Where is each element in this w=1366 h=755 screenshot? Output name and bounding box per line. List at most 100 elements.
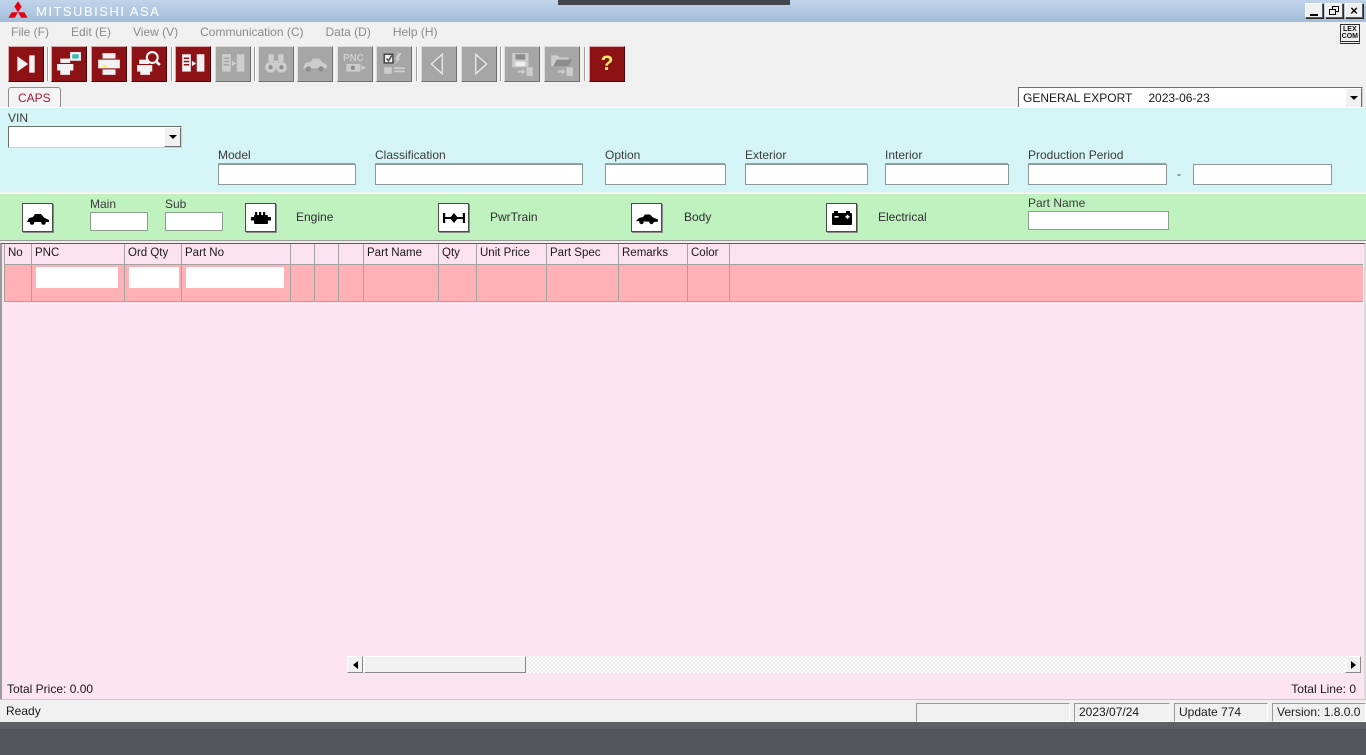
vehicle-category-button[interactable] bbox=[22, 203, 53, 232]
col-part-spec: Part Spec bbox=[547, 244, 619, 264]
sub-field[interactable] bbox=[165, 212, 223, 231]
window-bottom-edge bbox=[0, 722, 1366, 729]
menu-help[interactable]: Help (H) bbox=[382, 23, 449, 41]
toolbar-separator bbox=[584, 47, 586, 81]
parts-grid-panel: No PNC Ord Qty Part No Part Name Qty Uni… bbox=[0, 243, 1366, 699]
sub-label: Sub bbox=[165, 197, 222, 213]
col-qty: Qty bbox=[439, 244, 477, 264]
toolbar-separator bbox=[47, 47, 49, 81]
parts-list-check-button[interactable] bbox=[376, 46, 412, 82]
print-setup-button[interactable] bbox=[51, 46, 87, 82]
engine-label: Engine bbox=[296, 210, 333, 224]
interior-label: Interior bbox=[885, 148, 1008, 164]
scroll-left-button[interactable] bbox=[347, 656, 363, 673]
classification-field[interactable] bbox=[375, 164, 583, 185]
body-category-button[interactable] bbox=[631, 203, 662, 232]
category-bar: Main Sub Engine PwrTrain Bo bbox=[0, 193, 1366, 241]
load-import-button[interactable] bbox=[544, 46, 580, 82]
exterior-label: Exterior bbox=[745, 148, 867, 164]
exterior-field[interactable] bbox=[745, 164, 868, 185]
print-preview-icon bbox=[136, 51, 162, 77]
document-transfer-icon bbox=[180, 51, 206, 77]
release-value: GENERAL EXPORT2023-06-23 bbox=[1019, 91, 1345, 105]
arrow-left-icon bbox=[426, 51, 452, 77]
svg-text:PNC: PNC bbox=[343, 53, 364, 64]
triangle-right-icon bbox=[1351, 661, 1356, 669]
document-transfer-alt-button[interactable] bbox=[215, 46, 251, 82]
col-no: No bbox=[5, 244, 32, 264]
vehicle-button[interactable] bbox=[297, 46, 333, 82]
option-field[interactable] bbox=[605, 164, 726, 185]
engine-category-button[interactable] bbox=[245, 203, 276, 232]
vin-dropdown-button[interactable] bbox=[164, 127, 181, 147]
help-button[interactable]: ? bbox=[589, 46, 625, 82]
arrow-right-icon bbox=[466, 51, 492, 77]
pnc-capture-button[interactable]: PNC bbox=[337, 46, 373, 82]
grid-header-row: No PNC Ord Qty Part No Part Name Qty Uni… bbox=[4, 244, 1363, 265]
production-period-to-field[interactable] bbox=[1193, 164, 1332, 185]
col-pnc: PNC bbox=[32, 244, 125, 264]
electrical-category-button[interactable] bbox=[826, 203, 857, 232]
document-transfer-button[interactable] bbox=[175, 46, 211, 82]
production-period-separator: - bbox=[1172, 167, 1186, 181]
back-button[interactable] bbox=[421, 46, 457, 82]
powertrain-icon bbox=[442, 210, 466, 226]
menu-bar: File (F) Edit (E) View (V) Communication… bbox=[0, 22, 1366, 42]
menu-view[interactable]: View (V) bbox=[122, 23, 189, 41]
total-line: Total Line: 0 bbox=[1291, 682, 1356, 696]
exit-button[interactable] bbox=[8, 46, 44, 82]
mitsubishi-logo-icon bbox=[7, 1, 29, 24]
entry-row bbox=[4, 265, 1363, 302]
restore-button[interactable] bbox=[1325, 3, 1343, 18]
print-preview-button[interactable] bbox=[131, 46, 167, 82]
production-period-from-field[interactable] bbox=[1028, 164, 1167, 185]
print-setup-icon bbox=[56, 51, 82, 77]
chevron-down-icon bbox=[169, 135, 177, 139]
search-binoculars-button[interactable] bbox=[258, 46, 294, 82]
part-name-field[interactable] bbox=[1028, 211, 1169, 230]
scroll-right-button[interactable] bbox=[1345, 656, 1361, 673]
menu-data[interactable]: Data (D) bbox=[315, 23, 382, 41]
forward-button[interactable] bbox=[461, 46, 497, 82]
release-dropdown-button[interactable] bbox=[1345, 88, 1362, 108]
production-period-label: Production Period bbox=[1028, 148, 1166, 164]
col-color: Color bbox=[688, 244, 730, 264]
minimize-icon bbox=[1310, 14, 1318, 16]
ord-qty-input[interactable] bbox=[129, 267, 179, 288]
checklist-icon bbox=[381, 51, 407, 77]
col-empty-3 bbox=[339, 244, 364, 264]
menu-communication[interactable]: Communication (C) bbox=[189, 23, 314, 41]
option-label: Option bbox=[605, 148, 725, 164]
col-empty-1 bbox=[291, 244, 315, 264]
col-ord-qty: Ord Qty bbox=[125, 244, 182, 264]
powertrain-label: PwrTrain bbox=[490, 210, 538, 224]
minimize-button[interactable] bbox=[1305, 3, 1323, 18]
interior-field[interactable] bbox=[885, 164, 1009, 185]
part-no-input[interactable] bbox=[186, 267, 284, 288]
menu-file[interactable]: File (F) bbox=[0, 23, 60, 41]
entry-part-no-cell bbox=[182, 265, 291, 301]
tab-caps[interactable]: CAPS bbox=[8, 87, 61, 108]
status-date: 2023/07/24 bbox=[1074, 703, 1170, 722]
open-folder-icon bbox=[549, 51, 575, 77]
totals-row: Total Price: 0.00 Total Line: 0 bbox=[2, 680, 1364, 700]
main-field[interactable] bbox=[90, 212, 148, 231]
save-export-button[interactable] bbox=[504, 46, 540, 82]
entry-no-cell bbox=[5, 265, 32, 301]
pnc-input[interactable] bbox=[36, 267, 118, 288]
close-button[interactable]: × bbox=[1345, 3, 1363, 18]
print-button[interactable] bbox=[91, 46, 127, 82]
vin-combobox[interactable] bbox=[8, 126, 182, 148]
col-empty-2 bbox=[315, 244, 339, 264]
classification-label: Classification bbox=[375, 148, 583, 164]
toolbar-separator bbox=[500, 47, 502, 81]
model-field[interactable] bbox=[218, 164, 356, 185]
horizontal-scrollbar[interactable] bbox=[347, 656, 1361, 673]
car-icon bbox=[26, 210, 50, 226]
release-select[interactable]: GENERAL EXPORT2023-06-23 bbox=[1018, 87, 1363, 109]
menu-edit[interactable]: Edit (E) bbox=[60, 23, 122, 41]
powertrain-category-button[interactable] bbox=[438, 203, 469, 232]
scrollbar-thumb[interactable] bbox=[364, 656, 526, 673]
save-icon bbox=[509, 51, 535, 77]
vehicle-panel: VIN Model Classification Option Exterior… bbox=[0, 107, 1366, 192]
